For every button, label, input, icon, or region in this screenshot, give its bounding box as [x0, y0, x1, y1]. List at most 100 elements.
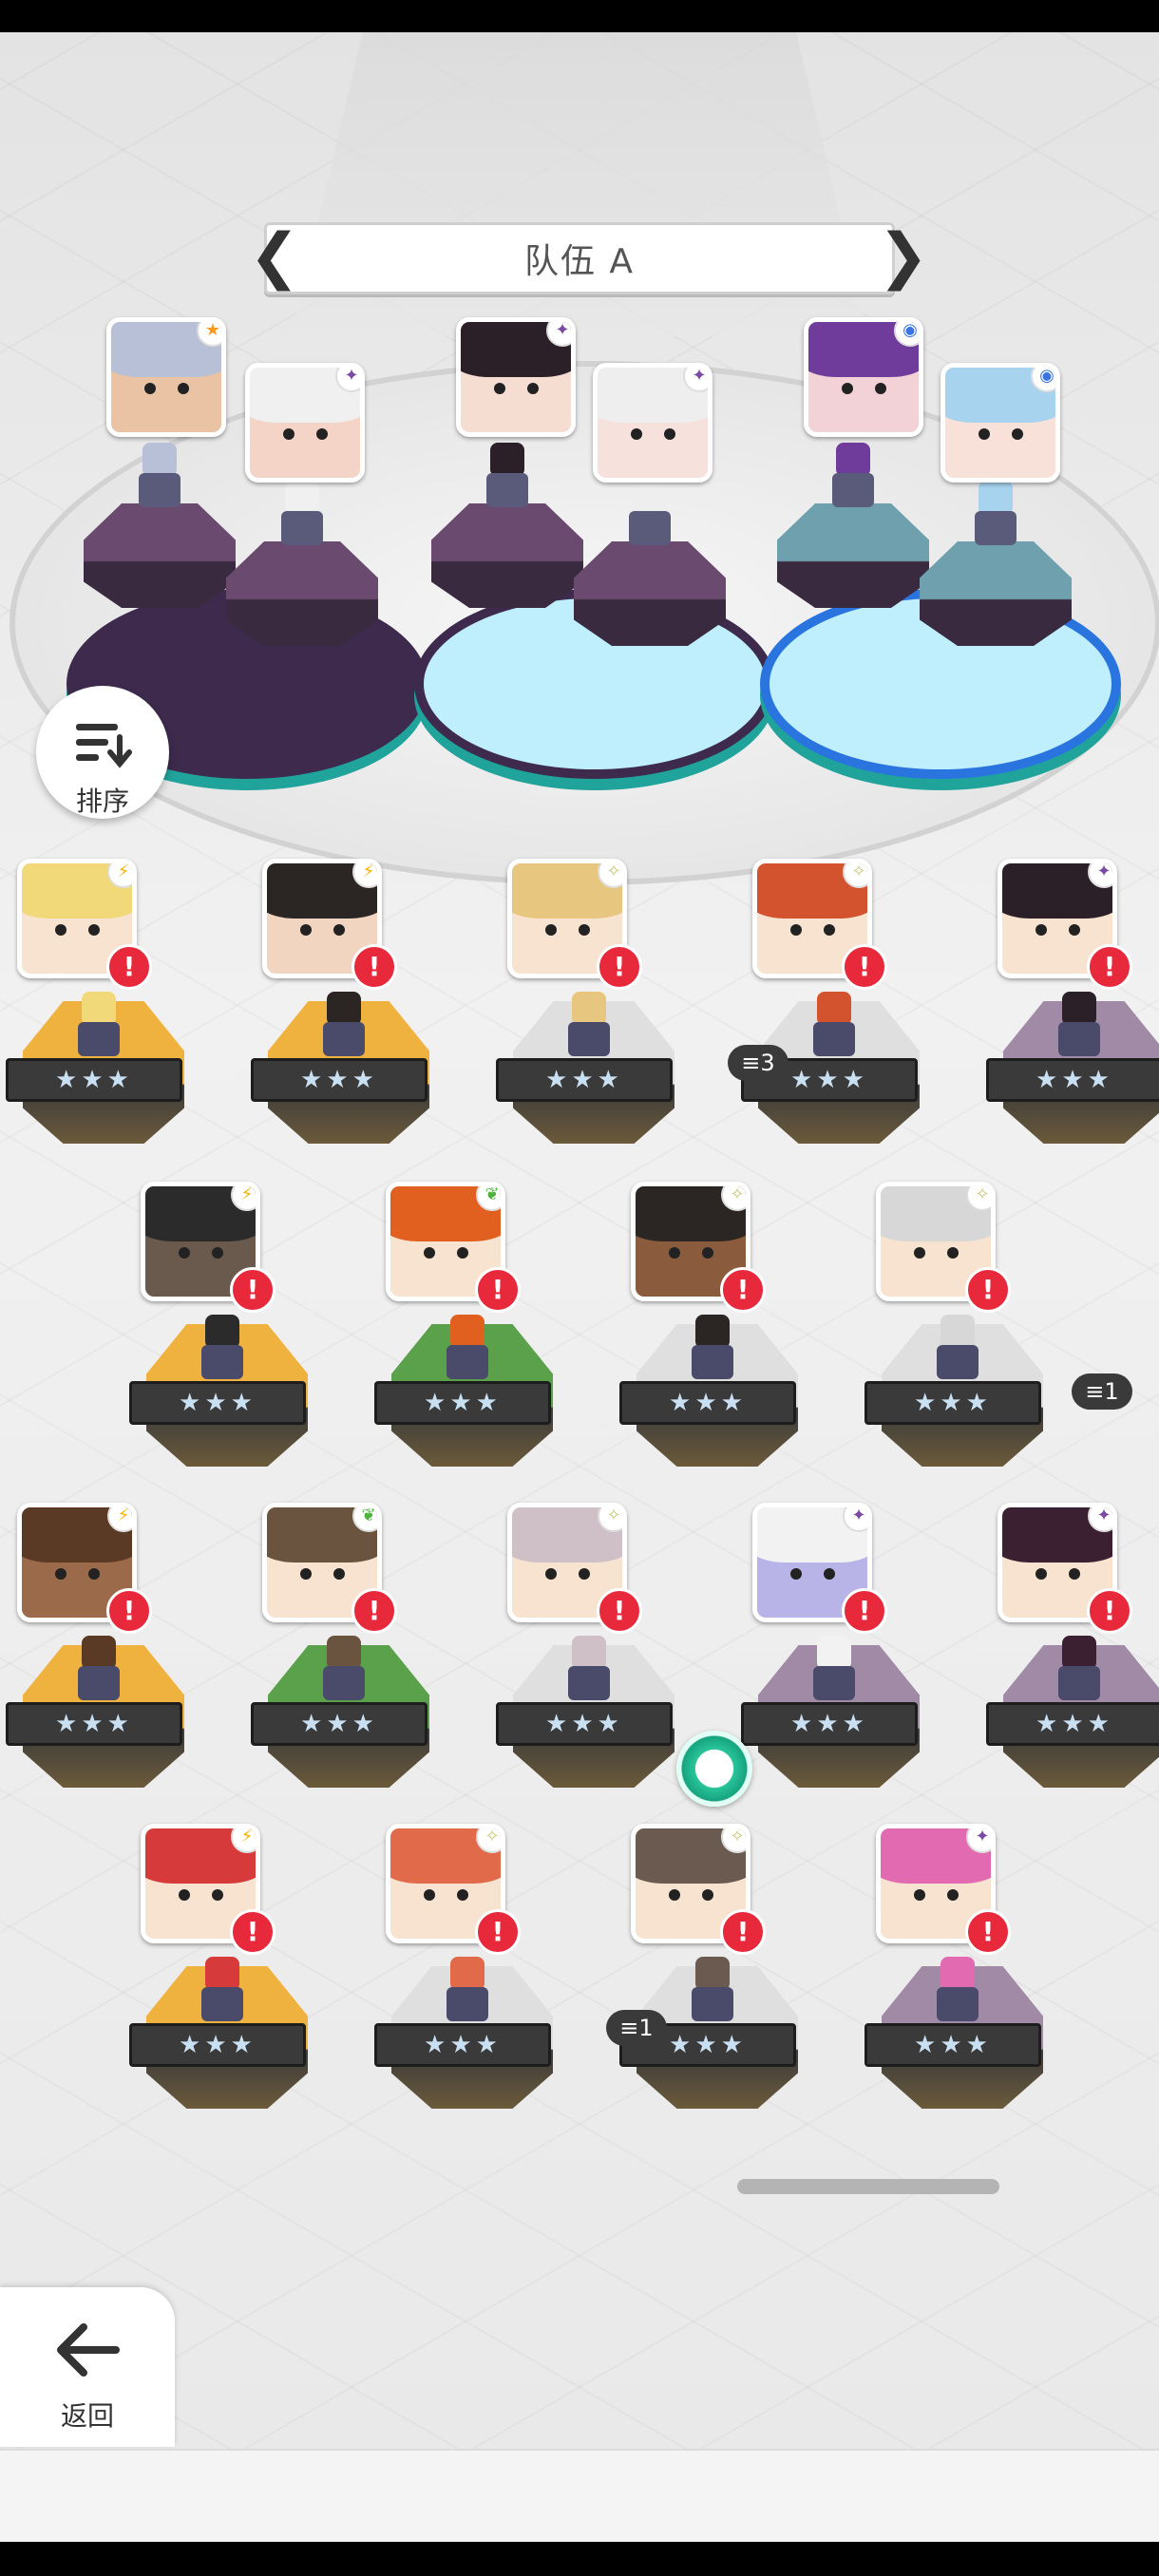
star-rating: ★★★	[496, 1702, 673, 1746]
system-nav-bar	[0, 2542, 1159, 2576]
hero-card[interactable]: ★★★ ✦!	[863, 1824, 1053, 2137]
sort-icon	[76, 724, 132, 768]
element-icon: ✦	[843, 1507, 867, 1532]
hero-chibi-sprite	[806, 1636, 863, 1704]
star-rating: ★★★	[496, 1058, 673, 1102]
star-rating: ★★★	[129, 1381, 306, 1425]
hero-card[interactable]: ★★★ ✧! ≡3	[728, 859, 929, 1172]
team-member-3-portrait[interactable]: ✦	[456, 317, 576, 437]
hero-card[interactable]: ★★★ ✦!	[984, 859, 1159, 1172]
hero-chibi-sprite	[560, 992, 618, 1060]
element-icon: ✧	[721, 1186, 746, 1211]
alert-badge: !	[352, 1588, 397, 1634]
hero-card[interactable]: ★★★ ✧!	[372, 1824, 562, 2137]
team-title: 队伍 A	[523, 242, 636, 281]
hero-card[interactable]: ★★★ ⚡!	[127, 1824, 317, 2137]
alert-badge: !	[106, 1588, 152, 1634]
hero-card[interactable]: ★★★ ✦!	[984, 1503, 1159, 1816]
element-icon: ⚡	[352, 863, 377, 888]
team-chibi-sprite[interactable]	[967, 481, 1024, 549]
star-rating: ★★★	[864, 2023, 1041, 2067]
team-pedestal	[84, 503, 236, 608]
hero-chibi-sprite	[1051, 1636, 1108, 1704]
element-icon: ✦	[1088, 1507, 1112, 1532]
element-icon: ✦	[335, 368, 360, 392]
back-button[interactable]: 返回	[0, 2287, 175, 2447]
team-chibi-sprite[interactable]	[825, 443, 882, 511]
star-rating: ★★★	[6, 1702, 182, 1746]
hero-card[interactable]: ★★★ ⚡!	[127, 1182, 317, 1495]
sort-button[interactable]: 排序	[36, 686, 169, 819]
element-icon: ✧	[598, 863, 622, 888]
hero-chibi-sprite	[806, 992, 863, 1060]
hero-chibi-sprite	[439, 1315, 496, 1383]
star-rating: ★★★	[251, 1702, 428, 1746]
hero-chibi-sprite	[194, 1957, 251, 2025]
team-member-1-portrait[interactable]: ★	[106, 317, 226, 437]
back-arrow-icon	[57, 2323, 120, 2377]
element-icon: ⚡	[107, 863, 132, 888]
hero-card[interactable]: ★★★ ❦!	[249, 1503, 439, 1816]
team-member-5-portrait[interactable]: ◉	[804, 317, 923, 437]
team-chibi-sprite[interactable]	[621, 481, 678, 549]
stack-count-badge-edge: ≡1	[1072, 1373, 1132, 1410]
star-rating: ★★★	[374, 1381, 551, 1425]
team-chibi-sprite[interactable]	[479, 443, 536, 511]
scroll-handle[interactable]	[737, 2179, 999, 2194]
next-team-arrow[interactable]: ❯	[878, 222, 929, 294]
alert-badge: !	[352, 944, 397, 990]
hero-card[interactable]: ★★★ ⚡!	[4, 1503, 194, 1816]
hero-chibi-sprite	[560, 1636, 618, 1704]
team-member-2-portrait[interactable]: ✦	[245, 363, 365, 483]
stack-count-badge: ≡1	[606, 2010, 667, 2046]
alert-badge: !	[965, 1267, 1011, 1313]
prev-team-arrow[interactable]: ❮	[249, 222, 300, 294]
alert-badge: !	[1087, 944, 1132, 990]
star-rating: ★★★	[619, 1381, 796, 1425]
element-icon: ✦	[683, 368, 708, 392]
hero-chibi-sprite	[70, 992, 127, 1060]
hero-card[interactable]: ★★★ ✧! ≡1	[606, 1824, 808, 2137]
element-icon: ◉	[894, 322, 919, 347]
element-icon: ✧	[843, 863, 867, 888]
team-member-6-portrait[interactable]: ◉	[940, 363, 1060, 483]
alert-badge: !	[720, 1909, 766, 1955]
hero-chibi-sprite	[929, 1315, 986, 1383]
element-icon: ✦	[546, 322, 571, 347]
element-icon: ❦	[476, 1186, 501, 1211]
star-rating: ★★★	[986, 1058, 1159, 1102]
element-icon: ❦	[352, 1507, 377, 1532]
hero-chibi-sprite	[439, 1957, 496, 2025]
alert-badge: !	[1087, 1588, 1132, 1634]
floating-assist-bubble[interactable]	[676, 1731, 752, 1807]
hero-card[interactable]: ★★★ ✦!	[739, 1503, 929, 1816]
alert-badge: !	[475, 1909, 521, 1955]
alert-badge: !	[475, 1267, 521, 1313]
team-chibi-sprite[interactable]	[274, 481, 331, 549]
hero-card[interactable]: ★★★ ⚡!	[249, 859, 439, 1172]
stack-icon: ≡	[741, 1050, 761, 1076]
alert-badge: !	[597, 1588, 642, 1634]
hero-chibi-sprite	[194, 1315, 251, 1383]
hero-card[interactable]: ★★★ ✧!	[863, 1182, 1053, 1495]
hero-card[interactable]: ★★★ ⚡!	[4, 859, 194, 1172]
hero-chibi-sprite	[1051, 992, 1108, 1060]
stack-count: 1	[638, 2015, 654, 2041]
hero-card[interactable]: ★★★ ✧!	[494, 859, 684, 1172]
team-title-banner: ❮ 队伍 A ❯	[249, 222, 929, 294]
team-chibi-sprite[interactable]	[131, 443, 188, 511]
back-label: 返回	[60, 2400, 114, 2432]
element-icon: ✧	[598, 1507, 622, 1532]
team-member-4-portrait[interactable]: ✦	[593, 363, 712, 483]
team-pedestal	[226, 541, 378, 646]
element-icon: ✧	[721, 1828, 746, 1853]
hero-card[interactable]: ★★★ ✧!	[494, 1503, 684, 1816]
element-icon: ◉	[1031, 368, 1055, 392]
hero-chibi-sprite	[684, 1315, 741, 1383]
bottom-bar	[0, 2449, 1159, 2544]
alert-badge: !	[842, 1588, 887, 1634]
stack-count: 3	[760, 1050, 775, 1076]
hero-card[interactable]: ★★★ ❦!	[372, 1182, 562, 1495]
hero-card[interactable]: ★★★ ✧!	[618, 1182, 808, 1495]
element-icon: ✦	[1088, 863, 1112, 888]
